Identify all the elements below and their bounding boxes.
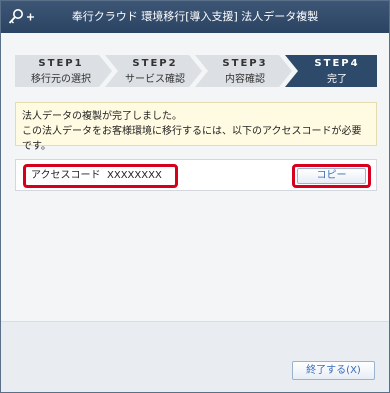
step-3-label: 内容確認: [225, 74, 265, 85]
step-3: STEP3 内容確認: [205, 55, 285, 87]
step-4: STEP4 完了: [297, 55, 377, 87]
dialog-window: 奉行クラウド 環境移行[導入支援] 法人データ複製 STEP1 移行元の選択 S…: [0, 0, 390, 393]
step-2: STEP2 サービス確認: [115, 55, 195, 87]
access-code-value: XXXXXXXX: [107, 170, 162, 181]
completion-message: 法人データの複製が完了しました。 この法人データをお客様環境に移行するには、以下…: [15, 102, 377, 152]
message-line-2: この法人データをお客様環境に移行するには、以下のアクセスコードが必要です。: [22, 126, 362, 152]
step-1-number: STEP1: [38, 58, 84, 69]
step-indicator: STEP1 移行元の選択 STEP2 サービス確認 STEP3 内容確認 STE…: [15, 55, 377, 87]
dialog-footer: 終了する(X): [1, 321, 389, 392]
access-code-label: アクセスコード: [31, 170, 101, 181]
message-line-1: 法人データの複製が完了しました。: [22, 111, 182, 122]
copy-button[interactable]: コピー: [297, 168, 366, 184]
step-1: STEP1 移行元の選択: [21, 55, 101, 87]
step-3-number: STEP3: [222, 58, 268, 69]
step-4-label: 完了: [327, 74, 347, 85]
step-1-label: 移行元の選択: [31, 74, 91, 85]
finish-button[interactable]: 終了する(X): [292, 361, 375, 380]
step-2-label: サービス確認: [125, 74, 185, 85]
window-title: 奉行クラウド 環境移行[導入支援] 法人データ複製: [71, 10, 319, 23]
title-bar: 奉行クラウド 環境移行[導入支援] 法人データ複製: [1, 1, 389, 33]
access-code-panel: アクセスコード XXXXXXXX コピー: [15, 159, 377, 191]
step-2-number: STEP2: [132, 58, 178, 69]
step-4-number: STEP4: [314, 58, 360, 69]
